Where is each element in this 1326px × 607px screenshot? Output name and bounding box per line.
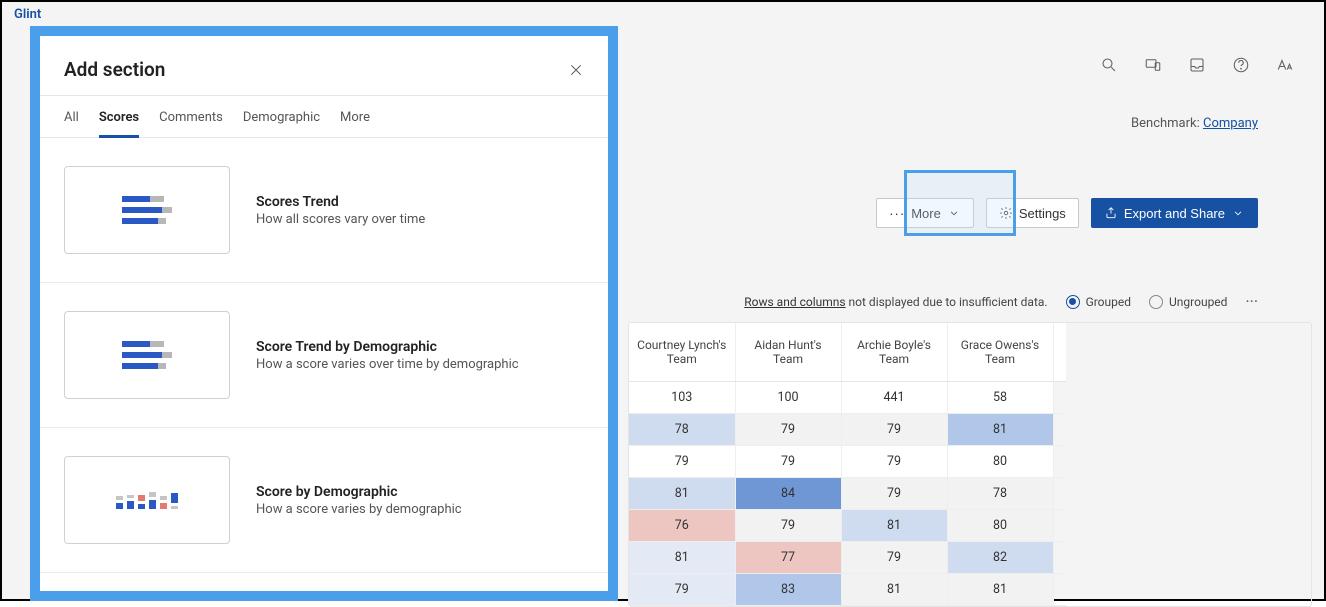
table-row: 78797981 — [629, 413, 1066, 445]
modal-header: Add section — [40, 36, 608, 95]
table-cell[interactable]: 81 — [841, 509, 947, 541]
modal-title: Add section — [64, 58, 165, 81]
close-icon[interactable] — [568, 62, 584, 78]
table-cell[interactable]: 83 — [735, 573, 841, 605]
section-desc: How all scores vary over time — [256, 212, 584, 227]
table-cell[interactable]: 84 — [735, 477, 841, 509]
table-header[interactable]: Courtney Lynch's Team — [629, 323, 735, 381]
section-desc: How a score varies over time by demograp… — [256, 357, 584, 372]
app-bar: Glint — [2, 2, 1324, 26]
modal-tabs: All Scores Comments Demographic More — [40, 96, 608, 138]
table-cell[interactable]: 81 — [947, 573, 1053, 605]
modal-tab-demographic[interactable]: Demographic — [243, 110, 320, 137]
table-header[interactable]: Archie Boyle's Team — [841, 323, 947, 381]
grouping-radio: Grouped Ungrouped — [1066, 295, 1228, 309]
table-row: 81847978 — [629, 477, 1066, 509]
table-row: 79797980 — [629, 445, 1066, 477]
grouped-radio[interactable]: Grouped — [1066, 295, 1131, 309]
table-cell[interactable]: 103 — [629, 381, 735, 413]
table-cell[interactable]: 58 — [947, 381, 1053, 413]
table-row: 79838181 — [629, 573, 1066, 605]
more-dots-icon: ··· — [889, 206, 905, 221]
app-name: Glint — [14, 7, 41, 22]
heatmap-table: Courtney Lynch's TeamAidan Hunt's TeamAr… — [628, 322, 1312, 607]
table-cell[interactable]: 100 — [735, 381, 841, 413]
chevron-down-icon — [1231, 206, 1245, 220]
table-row: 10310044158 — [629, 381, 1066, 413]
table-cell[interactable]: 82 — [947, 541, 1053, 573]
section-list: Scores Trend How all scores vary over tim… — [40, 138, 608, 591]
table-cell[interactable]: 77 — [735, 541, 841, 573]
table-header[interactable]: Grace Owens's Team — [947, 323, 1053, 381]
table-info-row: Rows and columns not displayed due to in… — [744, 292, 1258, 311]
section-desc: How a score varies by demographic — [256, 502, 584, 517]
benchmark-label: Benchmark: Company — [1131, 116, 1258, 131]
overflow-menu-icon[interactable]: ··· — [1245, 292, 1258, 311]
table-cell[interactable]: 79 — [629, 445, 735, 477]
insufficient-data-warning: Rows and columns not displayed due to in… — [744, 295, 1047, 309]
modal-tab-comments[interactable]: Comments — [159, 110, 223, 137]
table-row: 76798180 — [629, 509, 1066, 541]
table-cell[interactable]: 79 — [735, 445, 841, 477]
table-cell[interactable]: 76 — [629, 509, 735, 541]
inbox-icon[interactable] — [1188, 56, 1206, 74]
table-cell[interactable]: 79 — [735, 509, 841, 541]
table-cell[interactable]: 81 — [841, 573, 947, 605]
table-cell[interactable]: 78 — [629, 413, 735, 445]
section-title: Score Trend by Demographic — [256, 339, 584, 355]
radio-icon — [1149, 295, 1163, 309]
table-cell[interactable]: 79 — [735, 413, 841, 445]
table-cell[interactable]: 78 — [947, 477, 1053, 509]
share-icon — [1104, 206, 1118, 220]
devices-icon[interactable] — [1144, 56, 1162, 74]
section-option[interactable]: Score Trend by Demographic How a score va… — [40, 283, 608, 428]
table-cell[interactable]: 79 — [841, 413, 947, 445]
section-option[interactable]: Scores Trend How all scores vary over tim… — [40, 138, 608, 283]
modal-tab-more[interactable]: More — [340, 110, 370, 137]
section-thumbnail — [64, 456, 230, 544]
export-share-button[interactable]: Export and Share — [1091, 198, 1258, 228]
table-cell[interactable]: 80 — [947, 445, 1053, 477]
header-icons — [1100, 56, 1294, 74]
table-cell[interactable]: 81 — [629, 477, 735, 509]
ungrouped-radio[interactable]: Ungrouped — [1149, 295, 1227, 309]
table-cell[interactable]: 81 — [629, 541, 735, 573]
section-option[interactable]: Score by Demographic How a score varies b… — [40, 428, 608, 573]
search-icon[interactable] — [1100, 56, 1118, 74]
add-section-modal-highlight: Add section All Scores Comments Demographic… — [30, 26, 618, 601]
radio-icon — [1066, 295, 1080, 309]
table-cell[interactable]: 79 — [841, 477, 947, 509]
table-cell[interactable]: 79 — [629, 573, 735, 605]
section-title: Scores Trend — [256, 194, 584, 210]
rows-columns-link[interactable]: Rows and columns — [744, 295, 845, 309]
modal-tab-all[interactable]: All — [64, 110, 79, 137]
table-cell[interactable]: 79 — [841, 445, 947, 477]
table-cell[interactable]: 80 — [947, 509, 1053, 541]
table-cell[interactable]: 79 — [841, 541, 947, 573]
table-cell[interactable]: 441 — [841, 381, 947, 413]
more-button-highlight — [904, 170, 1016, 236]
font-size-icon[interactable] — [1276, 56, 1294, 74]
section-title: Score by Demographic — [256, 484, 584, 500]
section-thumbnail — [64, 311, 230, 399]
table-cell[interactable]: 81 — [947, 413, 1053, 445]
help-icon[interactable] — [1232, 56, 1250, 74]
table-header[interactable]: Aidan Hunt's Team — [735, 323, 841, 381]
section-thumbnail — [64, 166, 230, 254]
modal-tab-scores[interactable]: Scores — [99, 110, 139, 137]
benchmark-link[interactable]: Company — [1203, 116, 1258, 131]
table-row: 81777982 — [629, 541, 1066, 573]
add-section-modal: Add section All Scores Comments Demographic… — [40, 36, 608, 591]
